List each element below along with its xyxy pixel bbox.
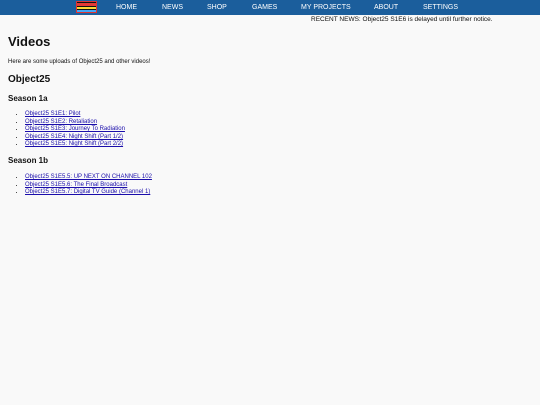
page-title: Videos: [8, 34, 51, 49]
episode-link[interactable]: Object25 S1E5.5: UP NEXT ON CHANNEL 102: [25, 174, 152, 180]
intro-text: Here are some uploads of Object25 and ot…: [8, 59, 151, 65]
nav-item-about[interactable]: ABOUT: [374, 0, 398, 15]
site-logo-icon[interactable]: [76, 1, 97, 13]
episode-link[interactable]: Object25 S1E2: Retaliation: [25, 119, 97, 125]
section-title: Object25: [8, 74, 51, 85]
list-item: Object25 S1E5.5: UP NEXT ON CHANNEL 102: [25, 174, 152, 182]
season-1b-episode-list: Object25 S1E5.5: UP NEXT ON CHANNEL 102 …: [8, 174, 152, 197]
episode-link[interactable]: Object25 S1E5.7: Digital TV Guide (Chann…: [25, 189, 150, 195]
list-item: Object25 S1E3: Journey To Radiation: [25, 126, 125, 134]
episode-link[interactable]: Object25 S1E4: Night Shift (Part 1/2): [25, 134, 123, 140]
list-item: Object25 S1E2: Retaliation: [25, 119, 125, 127]
episode-link[interactable]: Object25 S1E1: Pilot: [25, 111, 80, 117]
news-ticker: RECENT NEWS: Object25 S1E6 is delayed un…: [311, 16, 493, 23]
list-item: Object25 S1E4: Night Shift (Part 1/2): [25, 134, 125, 142]
nav-item-shop[interactable]: SHOP: [207, 0, 227, 15]
nav-item-home[interactable]: HOME: [116, 0, 137, 15]
episode-link[interactable]: Object25 S1E5.6: The Final Broadcast: [25, 182, 127, 188]
season-1b-heading: Season 1b: [8, 156, 49, 165]
list-item: Object25 S1E5.6: The Final Broadcast: [25, 182, 152, 190]
list-item: Object25 S1E1: Pilot: [25, 111, 125, 119]
list-item: Object25 S1E5.7: Digital TV Guide (Chann…: [25, 189, 152, 197]
episode-link[interactable]: Object25 S1E3: Journey To Radiation: [25, 126, 125, 132]
season-1a-episode-list: Object25 S1E1: Pilot Object25 S1E2: Reta…: [8, 111, 125, 149]
nav-item-games[interactable]: GAMES: [252, 0, 277, 15]
nav-item-my-projects[interactable]: MY PROJECTS: [301, 0, 351, 15]
season-1a-heading: Season 1a: [8, 94, 48, 103]
nav-item-news[interactable]: NEWS: [162, 0, 183, 15]
nav-item-settings[interactable]: SETTINGS: [423, 0, 458, 15]
top-navbar: HOME NEWS SHOP GAMES MY PROJECTS ABOUT S…: [0, 0, 540, 15]
list-item: Object25 S1E5: Night Shift (Part 2/2): [25, 141, 125, 149]
episode-link[interactable]: Object25 S1E5: Night Shift (Part 2/2): [25, 141, 123, 147]
